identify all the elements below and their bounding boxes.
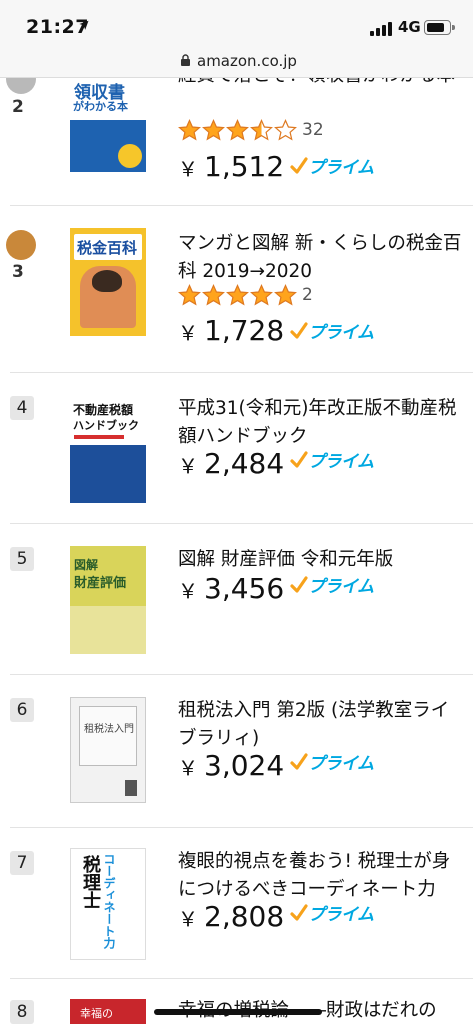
item-title[interactable]: 複眼的視点を養おう! 税理士が身につけるべきコーディネート力 bbox=[178, 848, 463, 904]
book-cover[interactable]: 税理士 コーディネート力 bbox=[70, 848, 146, 960]
rank-number: 4 bbox=[10, 396, 34, 420]
prime-badge: プライム bbox=[290, 749, 374, 774]
book-cover[interactable]: 不動産税額 ハンドブック bbox=[70, 395, 146, 503]
rank-number: 2 bbox=[12, 97, 24, 117]
book-cover[interactable]: 租税法入門 bbox=[70, 697, 146, 803]
item-price: ￥ 3,024 bbox=[178, 749, 285, 782]
battery-icon bbox=[424, 20, 455, 35]
item-price: ￥ 1,728 bbox=[178, 314, 285, 347]
rank-number: 8 bbox=[10, 1000, 34, 1024]
status-bar: 21:27 ➤ 4G bbox=[0, 0, 473, 46]
rank-number: 7 bbox=[10, 851, 34, 875]
rating-stars[interactable]: 2 bbox=[178, 284, 313, 308]
star-icon bbox=[226, 284, 249, 306]
list-item[interactable]: 4 不動産税額 ハンドブック 平成31(令和元)年改正版不動産税額ハンドブック … bbox=[0, 373, 473, 523]
prime-badge: プライム bbox=[290, 900, 374, 925]
star-icon bbox=[226, 119, 249, 141]
list-item[interactable]: 5 図解 財産評価 図解 財産評価 令和元年版 ￥ 3,456 プライム bbox=[0, 524, 473, 674]
list-item[interactable]: 3 税金百科 マンガと図解 新・くらしの税金百科 2019→2020 2 ￥ 1,… bbox=[0, 206, 473, 372]
rank-number: 3 bbox=[12, 262, 24, 282]
prime-label: プライム bbox=[308, 323, 374, 343]
prime-badge: プライム bbox=[290, 153, 374, 178]
list-item[interactable]: 7 税理士 コーディネート力 複眼的視点を養おう! 税理士が身につけるべきコーデ… bbox=[0, 828, 473, 978]
prime-label: プライム bbox=[308, 158, 374, 178]
star-icon bbox=[250, 284, 273, 306]
item-title[interactable]: 租税法入門 第2版 (法学教室ライブラリィ) bbox=[178, 697, 463, 753]
book-cover[interactable]: 税金百科 bbox=[70, 228, 146, 336]
prime-badge: プライム bbox=[290, 318, 374, 343]
item-price: ￥ 2,808 bbox=[178, 900, 285, 933]
review-count[interactable]: 32 bbox=[302, 120, 324, 140]
prime-check-icon bbox=[290, 156, 308, 174]
home-indicator[interactable] bbox=[154, 1009, 322, 1015]
rank-number: 6 bbox=[10, 698, 34, 722]
star-icon bbox=[178, 284, 201, 306]
star-icon bbox=[178, 119, 201, 141]
network-type: 4G bbox=[398, 18, 421, 36]
prime-label: プライム bbox=[308, 577, 374, 597]
list-item[interactable]: 6 租税法入門 租税法入門 第2版 (法学教室ライブラリィ) ￥ 3,024 プラ… bbox=[0, 675, 473, 827]
book-cover[interactable]: 図解 財産評価 bbox=[70, 546, 146, 654]
signal-icon bbox=[370, 22, 392, 36]
star-icon bbox=[274, 119, 297, 141]
star-icon bbox=[250, 119, 273, 141]
prime-label: プライム bbox=[308, 905, 374, 925]
list-item[interactable]: 8 幸福の 幸福の増税論――財政はだれの bbox=[0, 979, 473, 1024]
prime-check-icon bbox=[290, 752, 308, 770]
star-icon bbox=[202, 119, 225, 141]
prime-badge: プライム bbox=[290, 447, 374, 472]
item-title[interactable]: 図解 財産評価 令和元年版 bbox=[178, 546, 463, 574]
star-icon bbox=[202, 284, 225, 306]
book-cover[interactable]: 幸福の bbox=[70, 999, 146, 1024]
prime-check-icon bbox=[290, 321, 308, 339]
item-price: ￥ 1,512 bbox=[178, 150, 285, 183]
lock-icon bbox=[181, 54, 190, 66]
address-bar[interactable]: amazon.co.jp bbox=[0, 46, 473, 78]
star-icon bbox=[274, 284, 297, 306]
item-price: ￥ 3,456 bbox=[178, 572, 285, 605]
prime-label: プライム bbox=[308, 452, 374, 472]
prime-check-icon bbox=[290, 903, 308, 921]
prime-badge: プライム bbox=[290, 572, 374, 597]
url-text[interactable]: amazon.co.jp bbox=[197, 52, 297, 70]
review-count[interactable]: 2 bbox=[302, 285, 313, 305]
bronze-crown-icon bbox=[6, 230, 36, 260]
prime-label: プライム bbox=[308, 754, 374, 774]
item-title[interactable]: 平成31(令和元)年改正版不動産税額ハンドブック bbox=[178, 395, 463, 451]
item-price: ￥ 2,484 bbox=[178, 447, 285, 480]
prime-check-icon bbox=[290, 575, 308, 593]
prime-check-icon bbox=[290, 450, 308, 468]
rating-stars[interactable]: 32 bbox=[178, 119, 324, 143]
item-title[interactable]: マンガと図解 新・くらしの税金百科 2019→2020 bbox=[178, 230, 463, 286]
rank-number: 5 bbox=[10, 547, 34, 571]
